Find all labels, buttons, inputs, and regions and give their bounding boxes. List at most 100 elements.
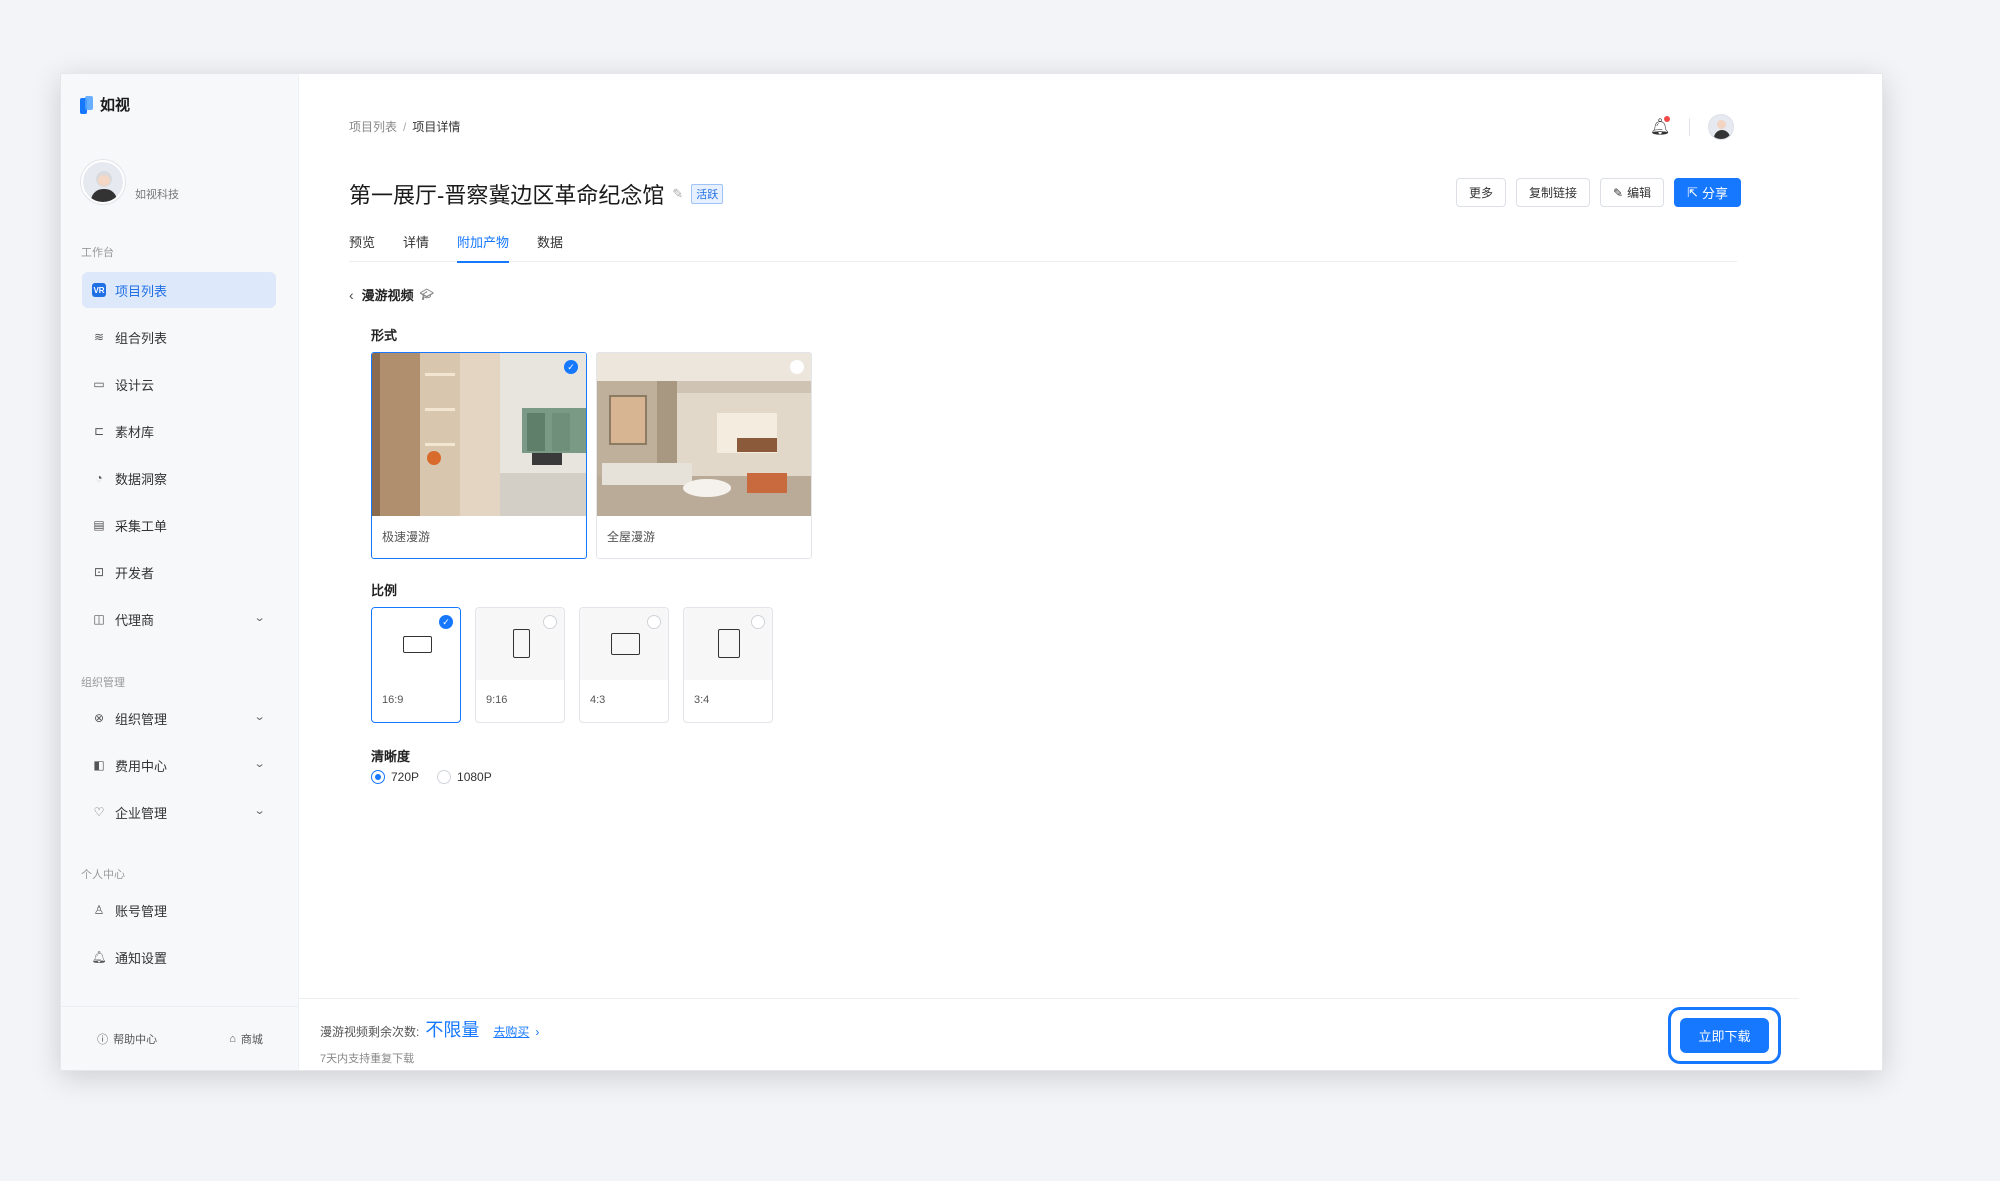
style-option-label: 全屋漫游	[607, 530, 656, 544]
style-option-full-tour[interactable]: 全屋漫游	[596, 352, 812, 559]
checkmark-icon: ✓	[564, 360, 578, 374]
main-content: 项目列表 / 项目详情 🔔︎ 第一展厅-晋察冀边区革命纪念馆 ✎ 活跃 更多 复制链…	[299, 74, 1882, 1070]
graduation-cap-icon[interactable]: 🎓︎	[420, 288, 434, 301]
app-logo[interactable]: 如视	[80, 94, 130, 115]
sidebar-item-label: 数据洞察	[115, 471, 168, 487]
portrait-icon	[718, 629, 740, 658]
share-icon: ⇱	[1687, 184, 1699, 200]
sidebar-item-label: 组合列表	[115, 330, 168, 346]
help-center-link[interactable]: ⓘ 帮助中心	[97, 1031, 157, 1047]
bell-icon: 🔔︎	[91, 950, 107, 964]
quality-option-label: 720P	[391, 770, 420, 784]
breadcrumb-separator: /	[403, 120, 407, 134]
breadcrumb-current: 项目详情	[412, 120, 461, 134]
sidebar-item-label: 组织管理	[115, 711, 168, 727]
quality-option-720p[interactable]: 720P	[371, 770, 419, 784]
ratio-label: 比例	[371, 583, 398, 598]
vr-icon: VR	[92, 283, 106, 297]
ratio-option-label: 4:3	[590, 694, 606, 706]
quality-label: 清晰度	[371, 749, 411, 764]
remaining-value: 不限量	[425, 1020, 480, 1040]
chevron-down-icon[interactable]: ⌄	[253, 710, 265, 723]
ratio-option-4-3[interactable]: 4:3	[579, 607, 669, 723]
edit-button[interactable]: ✎ 编辑	[1600, 178, 1665, 207]
sidebar-item-enterprise[interactable]: ♡ 企业管理 ⌄	[82, 794, 276, 830]
app-name: 如视	[100, 97, 131, 114]
copy-link-button[interactable]: 复制链接	[1516, 178, 1591, 207]
sidebar-item-materials[interactable]: ⊏ 素材库	[82, 413, 276, 449]
sidebar-item-label: 采集工单	[115, 518, 168, 534]
radio-unchecked[interactable]	[437, 770, 452, 784]
share-button[interactable]: ⇱ 分享	[1674, 178, 1742, 207]
ratio-option-16-9[interactable]: ✓ 16:9	[371, 607, 461, 723]
sidebar-item-label: 代理商	[115, 612, 155, 628]
action-buttons: 更多 复制链接 ✎ 编辑 ⇱ 分享	[1456, 178, 1742, 207]
remaining-count: 漫游视频剩余次数: 不限量 去购买 ›	[320, 1016, 539, 1042]
tab-data[interactable]: 数据	[537, 232, 563, 262]
tab-details[interactable]: 详情	[403, 232, 429, 262]
ratio-option-label: 16:9	[382, 694, 404, 706]
ratio-option-9-16[interactable]: 9:16	[475, 607, 565, 723]
store-label: 商城	[240, 1033, 263, 1046]
style-label: 形式	[371, 328, 398, 343]
chevron-down-icon[interactable]: ⌄	[253, 757, 265, 770]
sidebar-item-project-list[interactable]: VR 项目列表	[82, 272, 276, 308]
breadcrumb-parent[interactable]: 项目列表	[349, 120, 397, 134]
notification-button[interactable]: 🔔︎	[1649, 116, 1671, 138]
more-label: 更多	[1469, 186, 1494, 200]
buy-link[interactable]: 去购买	[493, 1023, 529, 1040]
sidebar-item-agent[interactable]: ◫ 代理商 ⌄	[82, 601, 276, 637]
breadcrumb: 项目列表 / 项目详情	[349, 118, 460, 135]
sidebar-item-developer[interactable]: ⊡ 开发者	[82, 554, 276, 590]
chevron-left-icon[interactable]: ‹	[349, 287, 354, 303]
full-tour-thumbnail	[597, 353, 811, 516]
download-note: 7天内支持重复下载	[320, 1053, 415, 1065]
chevron-down-icon[interactable]: ⌄	[253, 611, 265, 624]
user-icon: ♙	[93, 903, 105, 917]
title-row: 第一展厅-晋察冀边区革命纪念馆 ✎ 活跃	[349, 178, 724, 210]
sidebar-item-notifications[interactable]: 🔔︎ 通知设置	[82, 939, 276, 975]
checkmark-icon: ✓	[439, 615, 453, 629]
radio-checked[interactable]	[371, 770, 385, 784]
ratio-option-label: 3:4	[694, 694, 710, 706]
sidebar: 如视 如视科技 工作台 VR 项目列表 ≋ 组合列表 ▭ 设计云 ⊏ 素材库 ◔…	[61, 74, 299, 1070]
sidebar-item-billing[interactable]: ◧ 费用中心 ⌄	[82, 747, 276, 783]
tab-preview[interactable]: 预览	[349, 232, 375, 262]
user-profile[interactable]: 如视科技	[81, 160, 179, 204]
style-option-label: 极速漫游	[382, 530, 431, 544]
edit-pencil-icon[interactable]: ✎	[672, 186, 683, 202]
divider	[1689, 118, 1690, 136]
wallet-icon: ◧	[93, 758, 105, 772]
bag-icon: ⌂	[229, 1032, 236, 1045]
pencil-icon: ✎	[1613, 185, 1624, 200]
help-icon: ⓘ	[97, 1033, 109, 1046]
quality-option-1080p[interactable]: 1080P	[437, 770, 492, 784]
landscape-icon	[403, 636, 432, 653]
more-button[interactable]: 更多	[1456, 178, 1507, 207]
ratio-option-3-4[interactable]: 3:4	[683, 607, 773, 723]
page-title: 第一展厅-晋察冀边区革命纪念馆	[349, 183, 665, 208]
app-window: 如视 如视科技 工作台 VR 项目列表 ≋ 组合列表 ▭ 设计云 ⊏ 素材库 ◔…	[60, 73, 1883, 1071]
sidebar-item-label: 账号管理	[115, 903, 168, 919]
sidebar-item-account[interactable]: ♙ 账号管理	[82, 892, 276, 928]
chevron-down-icon[interactable]: ⌄	[253, 804, 265, 817]
sidebar-item-data-insight[interactable]: ◔ 数据洞察	[82, 460, 276, 496]
avatar[interactable]	[81, 160, 125, 204]
sidebar-item-work-orders[interactable]: ▤ 采集工单	[82, 507, 276, 543]
store-link[interactable]: ⌂ 商城	[229, 1031, 263, 1047]
sidebar-item-design-cloud[interactable]: ▭ 设计云	[82, 366, 276, 402]
code-icon: ⊡	[93, 565, 105, 579]
section-header: ‹ 漫游视频 🎓︎	[349, 285, 434, 304]
sidebar-item-label: 设计云	[115, 377, 155, 393]
tab-addons[interactable]: 附加产物	[457, 232, 510, 263]
unchecked-circle-icon	[647, 615, 661, 629]
monitor-icon: ▭	[93, 377, 105, 391]
style-option-fast-tour[interactable]: ✓ 极速漫游	[371, 352, 587, 559]
download-button[interactable]: 立即下载	[1680, 1018, 1769, 1053]
folder-icon: ⊏	[93, 424, 105, 438]
avatar[interactable]	[1708, 114, 1734, 140]
chevron-right-icon[interactable]: ›	[535, 1025, 539, 1039]
sidebar-item-combo-list[interactable]: ≋ 组合列表	[82, 319, 276, 355]
quality-radio-group: 720P 1080P	[371, 770, 492, 784]
sidebar-item-org-management[interactable]: ⊗ 组织管理 ⌄	[82, 700, 276, 736]
